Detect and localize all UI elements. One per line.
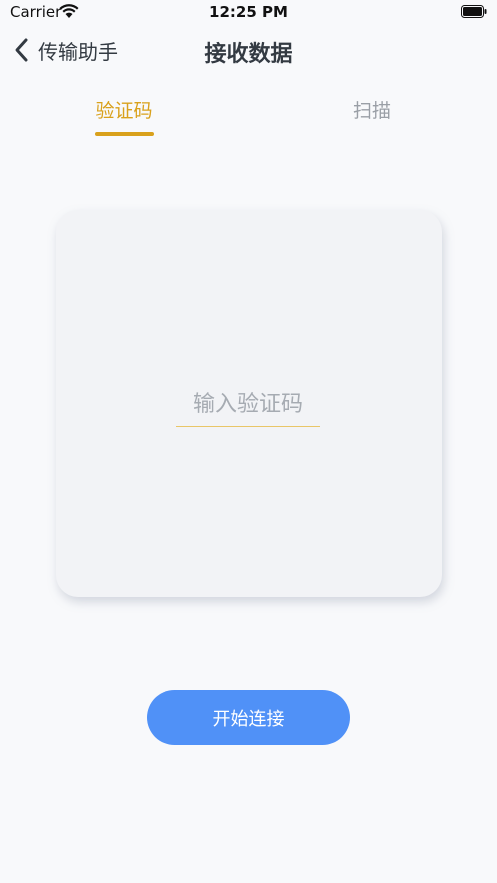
navigation-bar: 传输助手 接收数据 bbox=[0, 26, 497, 76]
battery-icon bbox=[461, 5, 487, 18]
verification-code-input[interactable] bbox=[176, 382, 320, 427]
status-bar: Carrier 12:25 PM bbox=[0, 0, 497, 26]
code-entry-card bbox=[56, 210, 442, 597]
tab-verification-code[interactable]: 验证码 bbox=[64, 96, 184, 123]
clock: 12:25 PM bbox=[209, 3, 288, 21]
tab-bar: 验证码 扫描 bbox=[0, 96, 497, 140]
tab-scan[interactable]: 扫描 bbox=[312, 96, 432, 123]
active-tab-indicator bbox=[95, 132, 154, 136]
start-connect-button[interactable]: 开始连接 bbox=[147, 690, 350, 745]
page-title: 接收数据 bbox=[204, 42, 293, 67]
